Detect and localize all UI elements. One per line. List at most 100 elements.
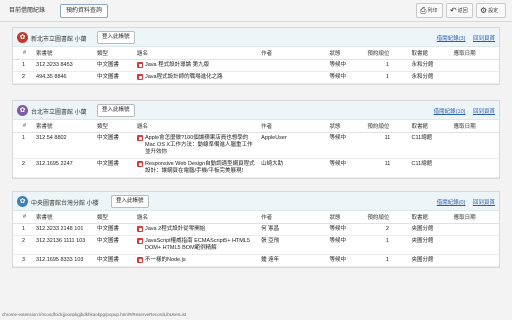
row-index: 2 bbox=[13, 158, 35, 178]
back-button[interactable]: ↶返回 bbox=[446, 3, 473, 18]
history-link[interactable]: 借閱紀錄(10) bbox=[434, 109, 466, 115]
back-arrow-icon: ↶ bbox=[450, 6, 457, 15]
col-header: 狀態 bbox=[327, 120, 366, 133]
author: 張 亞飛 bbox=[259, 235, 328, 255]
material-type: 中文圖書 bbox=[95, 235, 135, 255]
table-header-row: # 索書號 類型 題名 作者 狀態 預約順位 取書館 應取日期 bbox=[13, 211, 499, 224]
back-to-top-link[interactable]: 回到頁首 bbox=[473, 200, 495, 206]
queue-position: 1 bbox=[365, 59, 410, 72]
back-to-top-link[interactable]: 回到頁首 bbox=[473, 36, 495, 42]
material-type: 中文圖書 bbox=[95, 223, 135, 236]
author: AppleUser bbox=[259, 132, 328, 159]
back-to-top-link[interactable]: 回到頁首 bbox=[473, 109, 495, 115]
col-header: 作者 bbox=[259, 211, 328, 224]
top-toolbar: 目前借閱紀錄 預約資料查詢 ⎙列印 ↶返回 ⚙設定 bbox=[0, 0, 512, 22]
book-title[interactable]: Java 2程式設計從零開始 bbox=[145, 226, 205, 233]
login-account-button[interactable]: 登入此帳號 bbox=[97, 31, 135, 44]
col-header: 作者 bbox=[259, 120, 328, 133]
reservation-table: # 索書號 類型 題名 作者 狀態 預約順位 取書館 應取日期 1 312.54… bbox=[13, 120, 499, 178]
material-type: 中文圖書 bbox=[95, 254, 135, 267]
library-user-name: 台北市立圖書館 小蘭 bbox=[31, 110, 87, 116]
col-header: 題名 bbox=[135, 120, 260, 133]
library-user-name: 中央圖書館台灣分館 小櫻 bbox=[31, 201, 99, 207]
col-header: 索書號 bbox=[34, 120, 96, 133]
tab-reservations[interactable]: 預約資料查詢 bbox=[60, 4, 109, 18]
printer-icon: ⎙ bbox=[420, 6, 427, 15]
status: 等候中 bbox=[327, 158, 366, 178]
due-date bbox=[451, 254, 499, 267]
book-title[interactable]: Apple會怎麼做?100個讓蘋果店員也想學的Mac OS X工作方法：動線準備… bbox=[145, 135, 257, 156]
queue-position: 2 bbox=[365, 223, 410, 236]
settings-button[interactable]: ⚙設定 bbox=[476, 3, 506, 18]
print-label: 列印 bbox=[427, 7, 438, 14]
book-title[interactable]: JavaScript權威指南 ECMAScript5+ HTML5 DOM+ H… bbox=[145, 238, 257, 252]
queue-position: 1 bbox=[365, 254, 410, 267]
library-panel-taipei: ✿ 台北市立圖書館 小蘭 登入此帳號 借閱紀錄(10) 回到頁首 # 索書號 類… bbox=[12, 100, 500, 179]
book-title[interactable]: Responsive Web Design自動調適型網頁程式設計：讓網頁在電腦/… bbox=[145, 161, 257, 175]
panel-header: ✿ 新北市立圖書館 小蘭 登入此帳號 借閱紀錄(3) 回到頁首 bbox=[13, 28, 499, 47]
book-icon bbox=[137, 238, 143, 244]
title-cell: Responsive Web Design自動調適型網頁程式設計：讓網頁在電腦/… bbox=[135, 158, 260, 178]
table-header-row: # 索書號 類型 題名 作者 狀態 預約順位 取書館 應取日期 bbox=[13, 47, 499, 60]
table-row: 1 312.54 8802 中文圖書 Apple會怎麼做?100個讓蘋果店員也想… bbox=[13, 132, 499, 159]
col-header: 狀態 bbox=[327, 47, 366, 60]
status: 等候中 bbox=[327, 254, 366, 267]
print-button[interactable]: ⎙列印 bbox=[416, 3, 443, 18]
table-header-row: # 索書號 類型 題名 作者 狀態 預約順位 取書館 應取日期 bbox=[13, 120, 499, 133]
pickup-branch: 央圖分館 bbox=[409, 235, 452, 255]
title-cell: 不一樣的Node.js bbox=[135, 254, 260, 267]
book-icon bbox=[137, 257, 143, 263]
col-header: 題名 bbox=[135, 211, 260, 224]
tab-current-loans[interactable]: 目前借閱紀錄 bbox=[3, 4, 51, 18]
col-header: 預約順位 bbox=[365, 47, 410, 60]
library-panel-newtaipei: ✿ 新北市立圖書館 小蘭 登入此帳號 借閱紀錄(3) 回到頁首 # 索書號 類型… bbox=[12, 27, 500, 85]
author: 鍾 遠年 bbox=[259, 254, 328, 267]
col-header: 狀態 bbox=[327, 211, 366, 224]
col-header: 索書號 bbox=[34, 47, 96, 60]
due-date bbox=[451, 132, 499, 159]
library-logo-icon: ✿ bbox=[17, 32, 28, 43]
title-cell: JavaScript權威指南 ECMAScript5+ HTML5 DOM+ H… bbox=[135, 235, 260, 255]
col-header: 應取日期 bbox=[451, 47, 499, 60]
back-label: 返回 bbox=[457, 7, 468, 14]
row-index: 1 bbox=[13, 223, 35, 236]
col-header: 作者 bbox=[259, 47, 328, 60]
panel-header: ✿ 台北市立圖書館 小蘭 登入此帳號 借閱紀錄(10) 回到頁首 bbox=[13, 101, 499, 120]
reservation-table: # 索書號 類型 題名 作者 狀態 預約順位 取書館 應取日期 1 312.32… bbox=[13, 47, 499, 84]
panel-links: 借閱紀錄(10) 回到頁首 bbox=[428, 107, 495, 115]
col-header: 取書館 bbox=[409, 47, 452, 60]
book-title[interactable]: Java 程式設計導論 第九版 bbox=[145, 62, 209, 69]
col-header: # bbox=[13, 211, 35, 224]
call-number: 312.1695 8333 103 bbox=[34, 254, 96, 267]
history-link[interactable]: 借閱紀錄(0) bbox=[437, 200, 466, 206]
title-cell: Java 2程式設計從零開始 bbox=[135, 223, 260, 236]
pickup-branch: 永和分館 bbox=[409, 59, 452, 72]
title-cell: Java 程式設計導論 第九版 bbox=[135, 59, 260, 72]
status: 等候中 bbox=[327, 223, 366, 236]
col-header: # bbox=[13, 120, 35, 133]
reservation-table: # 索書號 類型 題名 作者 狀態 預約順位 取書館 應取日期 1 312.32… bbox=[13, 211, 499, 267]
author bbox=[259, 71, 328, 84]
book-icon bbox=[137, 226, 143, 232]
call-number: 312.3233 2148 101 bbox=[34, 223, 96, 236]
due-date bbox=[451, 223, 499, 236]
history-link[interactable]: 借閱紀錄(3) bbox=[437, 36, 466, 42]
table-row: 2 312.32136 1111 103 中文圖書 JavaScript權威指南… bbox=[13, 235, 499, 255]
material-type: 中文圖書 bbox=[95, 59, 135, 72]
queue-position: 11 bbox=[365, 132, 410, 159]
library-logo-icon: ✿ bbox=[17, 105, 28, 116]
book-title[interactable]: 不一樣的Node.js bbox=[145, 257, 186, 264]
login-account-button[interactable]: 登入此帳號 bbox=[111, 195, 149, 208]
due-date bbox=[451, 158, 499, 178]
author: 何 憲昌 bbox=[259, 223, 328, 236]
due-date bbox=[451, 235, 499, 255]
col-header: 索書號 bbox=[34, 211, 96, 224]
pickup-branch: C11總館 bbox=[409, 158, 452, 178]
author: 山崎大助 bbox=[259, 158, 328, 178]
book-title[interactable]: Java程式設計師的職場進化之路 bbox=[145, 74, 223, 81]
login-account-button[interactable]: 登入此帳號 bbox=[97, 104, 135, 117]
call-number: 312.1695 2247 bbox=[34, 158, 96, 178]
col-header: 預約順位 bbox=[365, 211, 410, 224]
book-icon bbox=[137, 135, 143, 141]
status: 等候中 bbox=[327, 71, 366, 84]
